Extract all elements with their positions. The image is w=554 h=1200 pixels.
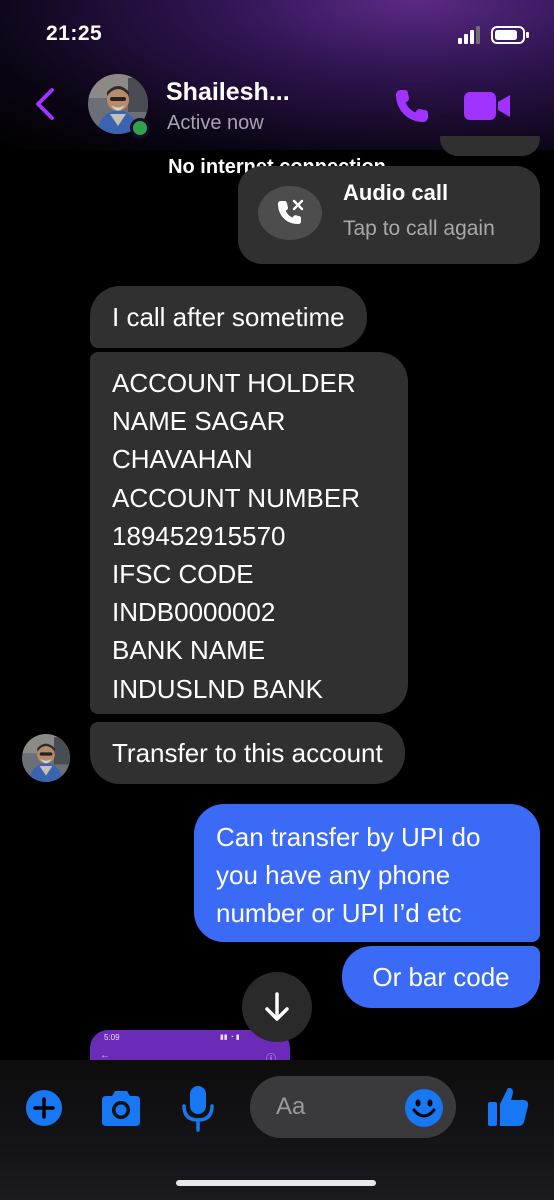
camera-icon[interactable]: [98, 1088, 144, 1128]
message-line: 189452915570: [112, 520, 286, 551]
audio-call-title: Audio call: [343, 180, 449, 205]
video-camera-icon[interactable]: [462, 90, 512, 122]
message-line: INDB0000002: [112, 597, 276, 628]
message-bubble-sent[interactable]: Can transfer by UPI do you have any phon…: [194, 804, 540, 942]
message-line: number or UPI I’d etc: [216, 898, 462, 928]
message-line: NAME SAGAR: [112, 406, 286, 437]
status-icons: [458, 26, 529, 44]
contact-name[interactable]: Shailesh...: [166, 78, 290, 107]
contact-status: Active now: [167, 112, 264, 134]
signal-icon: [458, 26, 480, 44]
message-bubble-received[interactable]: ACCOUNT HOLDER NAME SAGAR CHAVAHAN ACCOU…: [90, 352, 408, 714]
message-line: Can transfer by UPI do: [216, 822, 481, 852]
home-indicator: [176, 1180, 376, 1186]
scroll-to-bottom-button[interactable]: [242, 972, 312, 1042]
plus-circle-icon[interactable]: [24, 1088, 64, 1128]
message-line: ACCOUNT HOLDER: [112, 368, 356, 398]
message-line: INDUSLND BANK: [112, 673, 323, 704]
message-bubble-received[interactable]: Transfer to this account: [90, 722, 405, 784]
message-text: Transfer to this account: [112, 738, 383, 768]
message-bubble-received[interactable]: I call after sometime: [90, 286, 367, 348]
back-chevron-icon[interactable]: [30, 86, 58, 122]
smiley-icon[interactable]: [404, 1088, 444, 1128]
attachment-time: 5:09: [104, 1033, 120, 1042]
phone-icon[interactable]: [392, 86, 432, 126]
attachment-status-icons: ▮▮ ◔ ▮: [220, 1034, 240, 1041]
message-text: I call after sometime: [112, 302, 345, 332]
avatar-image: [22, 734, 70, 782]
microphone-icon[interactable]: [180, 1084, 216, 1132]
message-line: you have any phone: [216, 860, 451, 890]
thumbs-up-icon[interactable]: [486, 1084, 530, 1128]
message-line: IFSC CODE: [112, 559, 254, 590]
message-bubble-sent[interactable]: Or bar code: [342, 946, 540, 1008]
battery-icon: [491, 26, 529, 44]
sender-avatar[interactable]: [22, 734, 70, 782]
message-line: BANK NAME: [112, 635, 266, 666]
message-line: ACCOUNT NUMBER: [112, 482, 360, 513]
message-line: CHAVAHAN: [112, 444, 253, 475]
active-status-dot: [130, 118, 150, 138]
audio-call-subtitle: Tap to call again: [343, 217, 495, 240]
arrow-down-icon: [265, 992, 289, 1021]
previous-bubble-edge: [440, 136, 540, 156]
missed-call-icon: [258, 186, 322, 240]
message-text: Or bar code: [372, 962, 510, 992]
status-time: 21:25: [46, 22, 103, 45]
